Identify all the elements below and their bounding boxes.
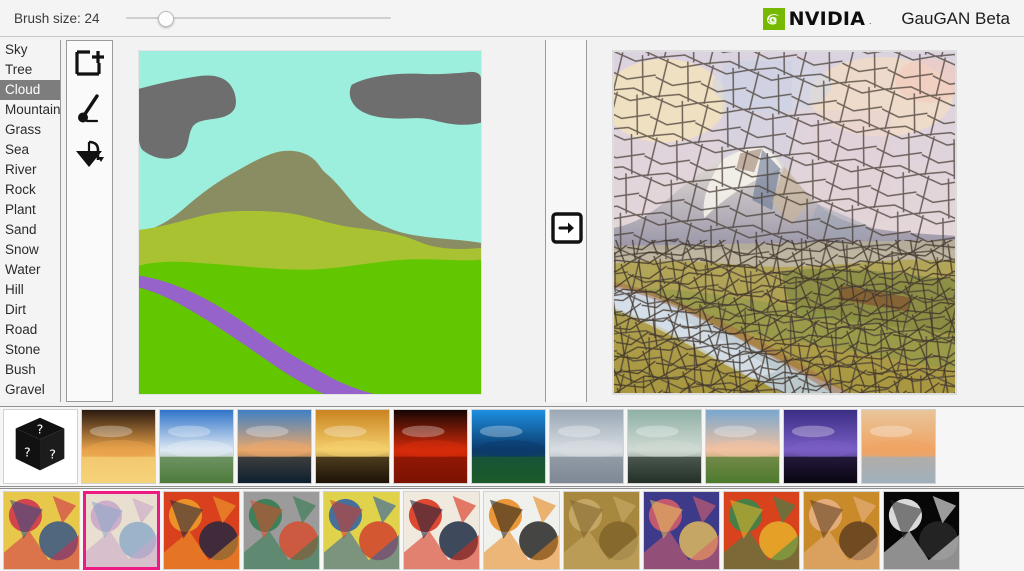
- fill-bucket-tool[interactable]: [67, 133, 112, 179]
- output-artwork: [613, 51, 956, 394]
- label-item-snow[interactable]: Snow: [0, 240, 60, 260]
- style-thumbnail[interactable]: [643, 490, 720, 570]
- style-thumbnail[interactable]: [323, 490, 400, 570]
- generate-button[interactable]: [551, 212, 583, 244]
- label-item-sea[interactable]: Sea: [0, 140, 60, 160]
- scene-thumbnail[interactable]: [861, 409, 936, 484]
- brand-area: NVIDIA . GauGAN Beta: [762, 0, 1010, 37]
- label-item-gravel[interactable]: Gravel: [0, 380, 60, 400]
- style-thumbnail[interactable]: [803, 490, 880, 570]
- top-toolbar: Brush size: 24 NVIDIA . GauGAN Beta: [0, 0, 1024, 37]
- scene-thumbnail[interactable]: [81, 409, 156, 484]
- arrow-right-icon: [551, 212, 583, 247]
- slider-thumb[interactable]: [158, 11, 175, 27]
- label-item-plant[interactable]: Plant: [0, 200, 60, 220]
- style-thumbnail[interactable]: [83, 490, 160, 570]
- gaugan-app: Brush size: 24 NVIDIA . GauGAN Beta Sky T…: [0, 0, 1024, 571]
- style-thumbnail[interactable]: [243, 490, 320, 570]
- svg-text:?: ?: [37, 421, 44, 436]
- label-list[interactable]: Sky Tree Cloud Mountain Grass Sea River Rock Pla…: [0, 40, 61, 402]
- label-item-mountain[interactable]: Mountain: [0, 100, 60, 120]
- nvidia-wordmark: NVIDIA: [788, 7, 866, 30]
- label-item-water[interactable]: Water: [0, 260, 60, 280]
- label-item-sky[interactable]: Sky: [0, 40, 60, 60]
- scene-thumbnail[interactable]: [471, 409, 546, 484]
- label-item-grass[interactable]: Grass: [0, 120, 60, 140]
- scene-preset-strip[interactable]: ???: [0, 406, 1024, 487]
- brush-size-label: Brush size: 24: [14, 10, 100, 26]
- style-thumbnail[interactable]: [723, 490, 800, 570]
- scene-thumbnail[interactable]: [627, 409, 702, 484]
- fill-bucket-icon: [72, 139, 108, 173]
- segmentation-canvas[interactable]: [138, 50, 482, 395]
- work-area: Sky Tree Cloud Mountain Grass Sea River Rock Pla…: [0, 37, 1024, 432]
- segmentation-artwork: [139, 51, 481, 394]
- output-canvas[interactable]: [612, 50, 957, 395]
- label-item-hill[interactable]: Hill: [0, 280, 60, 300]
- style-thumbnail[interactable]: [403, 490, 480, 570]
- label-item-cloud[interactable]: Cloud: [0, 80, 60, 100]
- label-item-river[interactable]: River: [0, 160, 60, 180]
- style-preset-strip[interactable]: [0, 488, 1024, 571]
- new-canvas-tool[interactable]: [67, 41, 112, 87]
- label-item-road[interactable]: Road: [0, 320, 60, 340]
- nvidia-trademark: .: [869, 16, 872, 26]
- tool-palette: [66, 40, 113, 402]
- style-thumbnail[interactable]: [883, 490, 960, 570]
- pen-tool[interactable]: [67, 87, 112, 133]
- label-item-sand[interactable]: Sand: [0, 220, 60, 240]
- style-thumbnail[interactable]: [483, 490, 560, 570]
- generate-panel: [545, 40, 587, 402]
- app-title: GauGAN Beta: [901, 8, 1010, 28]
- label-item-dirt[interactable]: Dirt: [0, 300, 60, 320]
- style-thumbnail[interactable]: [3, 490, 80, 570]
- label-item-bush[interactable]: Bush: [0, 360, 60, 380]
- scene-thumbnail[interactable]: [315, 409, 390, 484]
- label-item-tree[interactable]: Tree: [0, 60, 60, 80]
- new-canvas-icon: [73, 48, 107, 80]
- scene-thumbnail[interactable]: [783, 409, 858, 484]
- label-item-rock[interactable]: Rock: [0, 180, 60, 200]
- scene-thumbnail[interactable]: [549, 409, 624, 484]
- scene-thumbnail[interactable]: [237, 409, 312, 484]
- pen-icon: [73, 92, 107, 128]
- svg-text:?: ?: [24, 445, 31, 460]
- style-thumbnail[interactable]: [563, 490, 640, 570]
- label-item-stone[interactable]: Stone: [0, 340, 60, 360]
- scene-thumbnail[interactable]: [393, 409, 468, 484]
- scene-thumbnail[interactable]: [159, 409, 234, 484]
- nvidia-logo: NVIDIA .: [762, 7, 872, 30]
- brush-size-slider[interactable]: [125, 9, 391, 27]
- nvidia-eye-icon: [762, 7, 785, 30]
- svg-text:?: ?: [49, 447, 56, 462]
- style-thumbnail[interactable]: [163, 490, 240, 570]
- scene-thumbnail[interactable]: [705, 409, 780, 484]
- random-scene-button[interactable]: ???: [3, 409, 78, 484]
